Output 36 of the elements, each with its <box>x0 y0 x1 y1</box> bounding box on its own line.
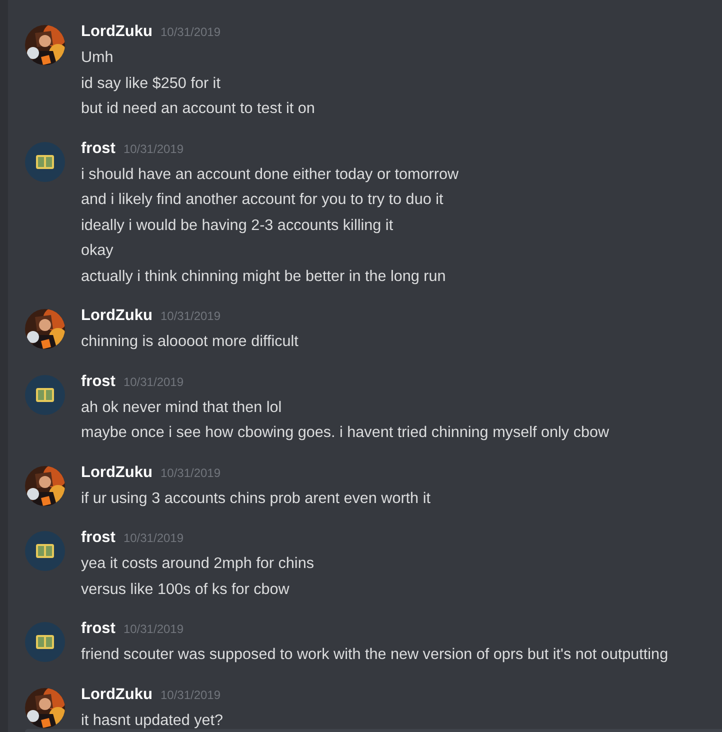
username[interactable]: frost <box>81 140 116 158</box>
username[interactable]: frost <box>81 372 116 390</box>
message-text: id say like $250 for it <box>81 74 222 94</box>
message-text: Umh <box>81 48 114 68</box>
message-text: actually i think chinning might be better in the long run <box>81 266 447 286</box>
message-text: okay <box>81 241 114 261</box>
timestamp: 10/31/2019 <box>160 688 221 702</box>
timestamp: 10/31/2019 <box>123 531 184 545</box>
message-text: chinning is aloooot more difficult <box>81 332 298 352</box>
avatar-icon <box>25 142 65 182</box>
message-text: i should have an account done either today or tomorrow <box>81 164 459 184</box>
avatar-icon <box>25 531 65 571</box>
message-text: but id need an account to test it on <box>81 99 315 119</box>
message-text: yea it costs around 2mph for chins <box>81 554 314 574</box>
message-text: it hasnt updated yet? <box>81 710 224 730</box>
avatar-icon <box>25 622 65 662</box>
message-text: and i likely find another account for you to try to duo it <box>81 190 444 210</box>
message-text: friend scouter was supposed to work with the new version of oprs but it's not outputting <box>81 645 668 665</box>
message-text: versus like 100s of ks for cbow <box>81 580 290 600</box>
message-text: maybe once i see how cbowing goes. i havent tried chinning myself only cbow <box>81 423 610 443</box>
message-text: if ur using 3 accounts chins prob arent even worth it <box>81 488 430 508</box>
timestamp: 10/31/2019 <box>160 25 221 39</box>
username[interactable]: LordZuku <box>81 307 152 325</box>
username[interactable]: LordZuku <box>81 686 152 704</box>
message-text: ah ok never mind that then lol <box>81 398 283 418</box>
username[interactable]: frost <box>81 529 116 547</box>
timestamp: 10/31/2019 <box>160 466 221 480</box>
username[interactable]: LordZuku <box>81 23 152 41</box>
timestamp: 10/31/2019 <box>160 309 221 323</box>
message-text: ideally i would be having 2-3 accounts killing it <box>81 216 394 236</box>
timestamp: 10/31/2019 <box>123 374 184 388</box>
avatar-icon <box>25 374 65 414</box>
username[interactable]: frost <box>81 620 116 638</box>
timestamp: 10/31/2019 <box>123 622 184 636</box>
username[interactable]: LordZuku <box>81 464 152 482</box>
timestamp: 10/31/2019 <box>123 142 184 156</box>
